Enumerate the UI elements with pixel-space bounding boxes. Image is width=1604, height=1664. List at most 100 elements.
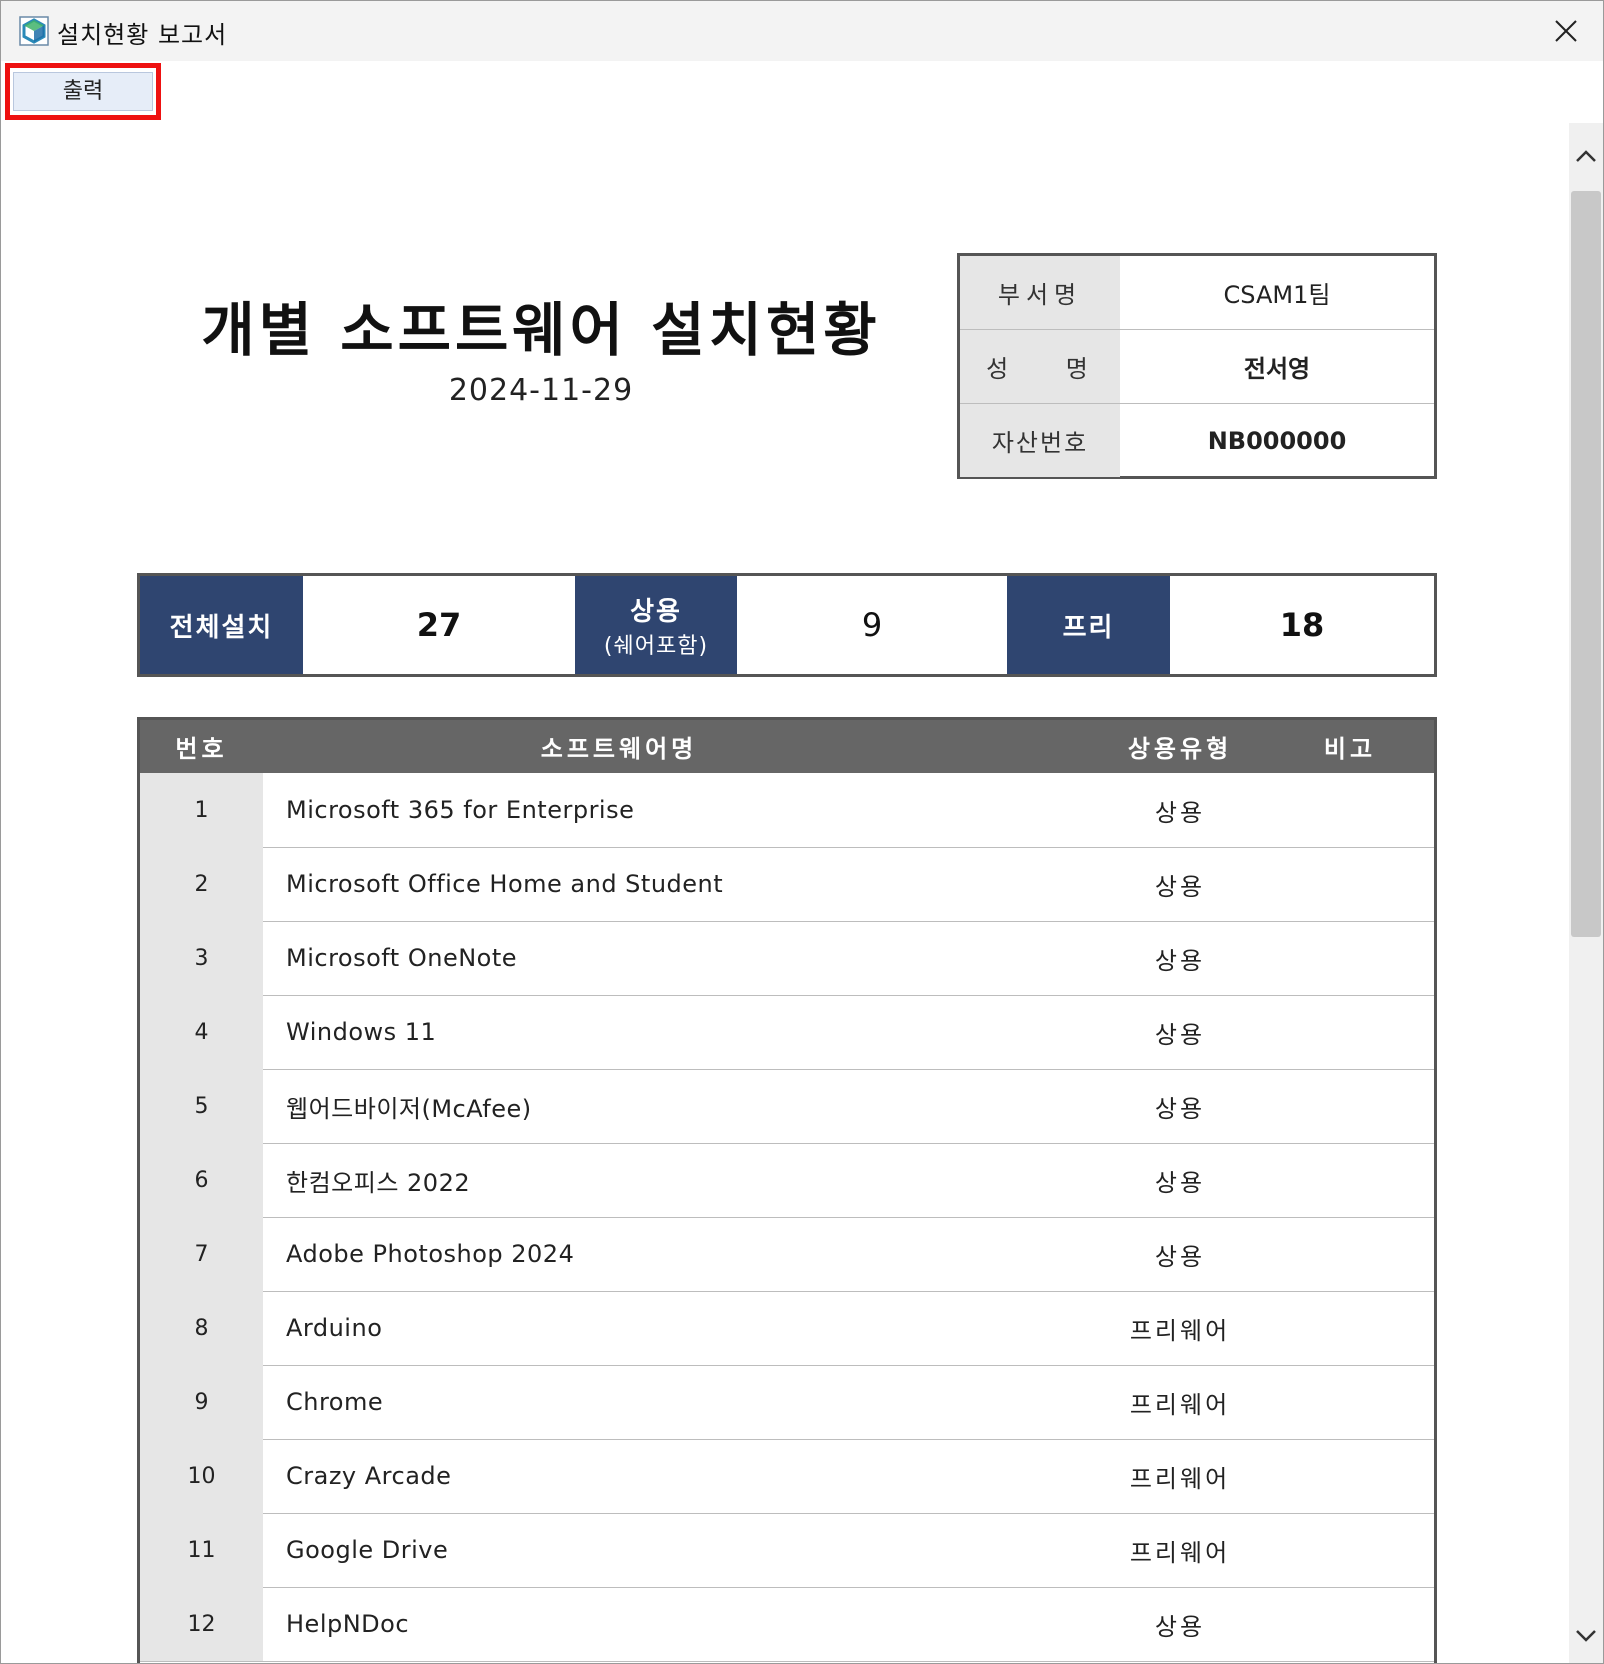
row-note: [1280, 995, 1434, 1069]
table-row: 10 Crazy Arcade 프리웨어: [140, 1439, 1434, 1514]
asset-number-value: NB000000: [1207, 426, 1347, 455]
department-value: CSAM1팀: [1223, 281, 1331, 309]
license-type: 프리웨어: [1129, 1390, 1231, 1419]
row-number: 12: [140, 1587, 263, 1661]
info-label: 자산번호: [960, 404, 1120, 477]
info-row-department: 부서명 CSAM1팀: [960, 256, 1434, 330]
license-type: 상용: [1154, 1020, 1206, 1049]
table-row: 7 Adobe Photoshop 2024 상용: [140, 1217, 1434, 1292]
chevron-down-icon: [1576, 1630, 1596, 1642]
software-name: Microsoft 365 for Enterprise: [286, 796, 635, 824]
row-note: [1280, 1587, 1434, 1661]
table-row: 12 HelpNDoc 상용: [140, 1587, 1434, 1662]
row-number: 5: [140, 1069, 263, 1143]
table-header: 번호 소프트웨어명 상용유형 비고: [140, 720, 1434, 773]
software-name: 한컴오피스 2022: [286, 1168, 471, 1197]
table-row: 11 Google Drive 프리웨어: [140, 1513, 1434, 1588]
vertical-scrollbar[interactable]: [1569, 123, 1603, 1663]
table-row: 2 Microsoft Office Home and Student 상용: [140, 847, 1434, 922]
license-type: 상용: [1154, 946, 1206, 975]
info-label: 성 명: [960, 330, 1120, 403]
scroll-down-button[interactable]: [1569, 1623, 1603, 1651]
free-label: 프리: [1007, 576, 1170, 674]
name-value: 전서영: [1243, 355, 1311, 383]
row-number: 4: [140, 995, 263, 1069]
chevron-up-icon: [1576, 150, 1596, 162]
row-note: [1280, 1513, 1434, 1587]
row-note: [1280, 847, 1434, 921]
commercial-sublabel: (쉐어포함): [603, 633, 709, 659]
row-note: [1280, 1365, 1434, 1439]
total-label: 전체설치: [140, 576, 303, 674]
report-date: 2024-11-29: [448, 373, 634, 408]
header-note: 비고: [1323, 735, 1377, 763]
commercial-value: 9: [861, 606, 883, 644]
print-button[interactable]: 출력: [13, 72, 153, 111]
row-note: [1280, 1217, 1434, 1291]
commercial-label-cell: 상용 (쉐어포함): [575, 576, 737, 674]
info-label: 부서명: [960, 256, 1120, 329]
header-no: 번호: [175, 735, 228, 763]
info-row-name: 성 명 전서영: [960, 330, 1434, 404]
software-name: 웹어드바이저(McAfee): [286, 1094, 532, 1123]
license-type: 상용: [1154, 1242, 1206, 1271]
table-row: 6 한컴오피스 2022 상용: [140, 1143, 1434, 1218]
license-type: 상용: [1154, 872, 1206, 901]
header-software-name: 소프트웨어명: [540, 735, 698, 763]
row-number: 11: [140, 1513, 263, 1587]
license-type: 상용: [1154, 1612, 1206, 1641]
license-type: 프리웨어: [1129, 1464, 1231, 1493]
software-name: Chrome: [286, 1388, 384, 1416]
total-value: 27: [416, 606, 462, 644]
table-row: 9 Chrome 프리웨어: [140, 1365, 1434, 1440]
window-title: 설치현황 보고서: [57, 21, 228, 49]
title-bar: 설치현황 보고서: [1, 1, 1603, 61]
row-note: [1280, 1143, 1434, 1217]
report-window: 설치현황 보고서 출력 개별 소프트웨어 설치현황 2024-11-29 부서명…: [0, 0, 1604, 1664]
license-type: 상용: [1154, 1094, 1206, 1123]
software-name: HelpNDoc: [286, 1610, 410, 1638]
row-number: 8: [140, 1291, 263, 1365]
close-icon: [1555, 20, 1577, 42]
table-row: 1 Microsoft 365 for Enterprise 상용: [140, 773, 1434, 848]
free-value: 18: [1279, 606, 1325, 644]
row-note: [1280, 1439, 1434, 1513]
row-number: 2: [140, 847, 263, 921]
software-name: Crazy Arcade: [286, 1462, 452, 1490]
license-type: 상용: [1154, 1168, 1206, 1197]
row-number: 6: [140, 1143, 263, 1217]
row-number: 1: [140, 773, 263, 847]
license-type: 프리웨어: [1129, 1316, 1231, 1345]
row-note: [1280, 1069, 1434, 1143]
software-name: Arduino: [286, 1314, 383, 1342]
scroll-thumb[interactable]: [1571, 191, 1601, 937]
app-logo-icon: [19, 16, 49, 46]
row-note: [1280, 773, 1434, 847]
row-number: 10: [140, 1439, 263, 1513]
table-row: 4 Windows 11 상용: [140, 995, 1434, 1070]
header-type: 상용유형: [1127, 735, 1233, 763]
info-label-text: 성 명: [986, 355, 1094, 383]
row-number: 9: [140, 1365, 263, 1439]
software-name: Google Drive: [286, 1536, 449, 1564]
commercial-label: 상용: [630, 596, 682, 627]
row-number: 7: [140, 1217, 263, 1291]
info-table: 부서명 CSAM1팀 성 명 전서영 자산번호 NB000000: [957, 253, 1437, 479]
software-name: Microsoft OneNote: [286, 944, 518, 972]
row-note: [1280, 1291, 1434, 1365]
report-title: 개별 소프트웨어 설치현황: [201, 296, 881, 364]
info-row-asset: 자산번호 NB000000: [960, 404, 1434, 477]
license-type: 상용: [1154, 798, 1206, 827]
scroll-up-button[interactable]: [1569, 145, 1603, 173]
summary-table: 전체설치 27 상용 (쉐어포함) 9 프리 18: [137, 573, 1437, 677]
software-table: 번호 소프트웨어명 상용유형 비고 1 Microsoft 365 for Ent…: [137, 717, 1437, 1663]
software-name: Adobe Photoshop 2024: [286, 1240, 575, 1268]
row-note: [1280, 921, 1434, 995]
software-name: Windows 11: [286, 1018, 437, 1046]
row-number: 3: [140, 921, 263, 995]
table-row: 3 Microsoft OneNote 상용: [140, 921, 1434, 996]
table-row: 5 웹어드바이저(McAfee) 상용: [140, 1069, 1434, 1144]
table-row: 8 Arduino 프리웨어: [140, 1291, 1434, 1366]
software-name: Microsoft Office Home and Student: [286, 870, 724, 898]
close-button[interactable]: [1541, 11, 1591, 51]
